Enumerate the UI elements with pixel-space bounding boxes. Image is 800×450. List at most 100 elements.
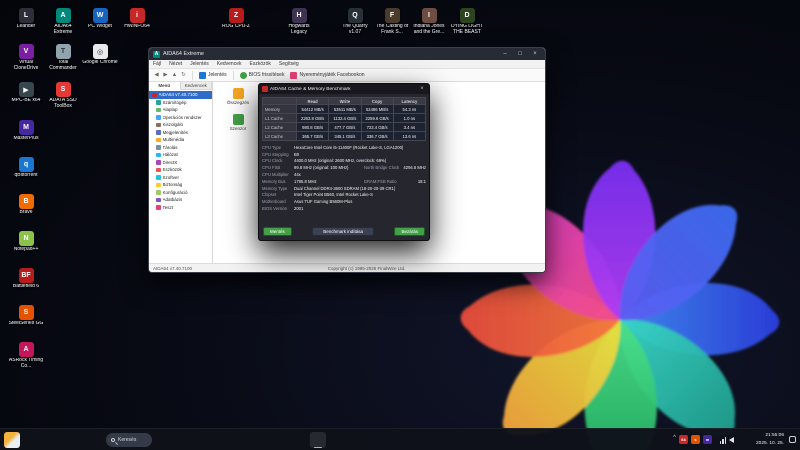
cell-write: 345.1 GB/s <box>329 132 361 141</box>
info-label: Chipset <box>262 192 294 197</box>
tree-item-teszt[interactable]: Teszt <box>149 204 212 212</box>
start-button[interactable] <box>86 432 102 448</box>
app-icon: D <box>460 8 475 23</box>
desktop-icon-total-commander[interactable]: TTotal Commander <box>45 44 81 72</box>
desktop-icon-qbittorrent[interactable]: qqBittorrent <box>8 157 44 179</box>
forward-icon[interactable]: ▶ <box>161 72 170 78</box>
taskbar-icon-aida64[interactable] <box>310 432 326 448</box>
tree-item-directx[interactable]: DirectX <box>149 159 212 167</box>
tree-item-alaplap[interactable]: Alaplap <box>149 106 212 114</box>
network-icon[interactable] <box>720 437 727 444</box>
taskbar-icon-epic-games[interactable] <box>291 432 307 448</box>
maximize-button[interactable]: □ <box>514 48 526 60</box>
desktop-icon-rog-cpu-z[interactable]: ZROG CPU-Z <box>218 8 254 30</box>
tree-item-hálózat[interactable]: Hálózat <box>149 151 212 159</box>
info-value: 1795.8 MHz <box>294 179 364 184</box>
status-version: AIDA64 v7.40.7100 <box>153 266 192 271</box>
dialog-close-button[interactable]: × <box>418 86 426 92</box>
refresh-icon[interactable]: ↻ <box>179 72 188 78</box>
hidden-icons-chevron[interactable]: ^ <box>673 435 676 441</box>
taskbar-clock[interactable]: 21:55:06 2025. 10. 25. <box>756 432 784 447</box>
window-titlebar[interactable]: A AIDA64 Extreme – □ × <box>149 48 545 60</box>
tree-item-multimédia[interactable]: Multimédia <box>149 136 212 144</box>
tree-item-operációs-rendszer[interactable]: Operációs rendszer <box>149 114 212 122</box>
taskbar-icon-file-explorer[interactable] <box>177 432 193 448</box>
clock-date: 2025. 10. 25. <box>756 440 784 448</box>
tray-steelseries-tray[interactable]: s <box>691 435 700 444</box>
desktop-icon-pc-widget[interactable]: WPC Widget <box>82 8 118 30</box>
category-icon <box>156 123 161 128</box>
desktop-icon-dying-light-the-beast[interactable]: DDYING LIGHT THE BEAST <box>449 8 485 36</box>
desktop-icon-the-quarry-v1-07[interactable]: QThe Quarry v1.07 <box>337 8 373 36</box>
desktop-icon-brave[interactable]: BBrave <box>8 194 44 216</box>
tree-tab-kedvencek[interactable]: Kedvencek <box>181 82 213 90</box>
up-icon[interactable]: ▲ <box>170 72 179 78</box>
content-icon-összegzés[interactable]: Összegzés <box>221 88 255 105</box>
desktop-icon-hogwarts-legacy[interactable]: HHogwarts Legacy <box>281 8 317 36</box>
tree-tab-menü[interactable]: Menü <box>149 82 181 90</box>
taskbar-icon-chrome[interactable] <box>215 432 231 448</box>
volume-icon[interactable] <box>729 437 734 443</box>
minimize-button[interactable]: – <box>499 48 511 60</box>
tree-item-konfiguráció[interactable]: Konfiguráció <box>149 189 212 197</box>
cell-latency: 1.0 ns <box>393 114 425 123</box>
tree-item-tárolás[interactable]: Tárolás <box>149 144 212 152</box>
desktop-icon-masterplus[interactable]: MMasterPlus <box>8 120 44 142</box>
tree-item-biztonság[interactable]: Biztonság <box>149 181 212 189</box>
taskbar-icon-steam[interactable] <box>253 432 269 448</box>
tree-item-label: Számítógép <box>163 100 187 105</box>
menu-item-jelentés[interactable]: Jelentés <box>186 60 213 69</box>
bezárás-button[interactable]: Bezárás <box>394 227 425 236</box>
desktop-icon-label: HWiNFO64 <box>119 24 155 30</box>
info-row-cpu-fsb: CPU FSB99.8 MHz (original: 100 MHz)North… <box>262 164 426 171</box>
taskbar-icon-hwinfo64[interactable] <box>329 432 345 448</box>
tree-item-számítógép[interactable]: Számítógép <box>149 99 212 107</box>
back-icon[interactable]: ◀ <box>152 72 161 78</box>
menu-item-nézet[interactable]: Nézet <box>165 60 186 69</box>
bios-updates-button[interactable]: BIOS frissítések <box>238 72 287 79</box>
dialog-titlebar[interactable]: AIDA64 Cache & Memory Benchmark × <box>259 84 429 94</box>
notification-icon[interactable] <box>789 436 796 443</box>
desktop-icon-steelseries-gg[interactable]: SSteelSeries GG <box>8 305 44 327</box>
tree-item-label: Multimédia <box>163 137 185 142</box>
menu-item-fájl[interactable]: Fájl <box>149 60 165 69</box>
tree-item-szoftver[interactable]: Szoftver <box>149 174 212 182</box>
tree-item-eszközök[interactable]: Eszközök <box>149 166 212 174</box>
giveaway-button[interactable]: Nyereményjáték Facebookon <box>288 72 366 79</box>
tray-aida64-tray[interactable]: 64 <box>679 435 688 444</box>
tree-item-kiszolgáló[interactable]: Kiszolgáló <box>149 121 212 129</box>
tray-masterplus-tray[interactable]: m <box>703 435 712 444</box>
widgets-icon[interactable] <box>4 432 20 448</box>
desktop-icon-hwinfo64[interactable]: iHWiNFO64 <box>119 8 155 30</box>
desktop-icon-battlefield-6[interactable]: BFBattlefield 6 <box>8 268 44 290</box>
desktop-icon-asrock-timing-co[interactable]: AASRock Timing Co... <box>8 342 44 370</box>
cell-write: 53511 MB/s <box>329 105 361 114</box>
taskbar-icon-edge[interactable] <box>196 432 212 448</box>
desktop-icon-aida64-extreme[interactable]: AAIDA64 Extreme <box>45 8 81 36</box>
close-button[interactable]: × <box>529 48 541 60</box>
desktop-icon-the-casting-of-frank-s[interactable]: FThe Casting of Frank S... <box>374 8 410 36</box>
menu-item-eszközök[interactable]: Eszközök <box>246 60 275 69</box>
tree-item-adatbázis[interactable]: Adatbázis <box>149 196 212 204</box>
content-icon-szenzor[interactable]: Szenzor <box>221 114 255 131</box>
taskbar-icon-discord[interactable] <box>272 432 288 448</box>
desktop-icon-adata-ssd-toolbox[interactable]: SADATA SSD ToolBox <box>45 82 81 110</box>
desktop-icon-notepad[interactable]: NNotepad++ <box>8 231 44 253</box>
mentés-button[interactable]: Mentés <box>263 227 292 236</box>
search-box[interactable]: Keresés <box>106 433 152 447</box>
desktop-icon-google-chrome[interactable]: ◎Google Chrome <box>82 44 118 66</box>
menu-item-kedvencek[interactable]: Kedvencek <box>213 60 246 69</box>
tree-item-label: Szoftver <box>163 175 180 180</box>
desktop-icon-leander[interactable]: LLeander <box>8 8 44 30</box>
taskbar-icon-task-view[interactable] <box>158 432 174 448</box>
report-button[interactable]: Jelentés <box>197 72 229 79</box>
taskbar-icon-brave[interactable] <box>234 432 250 448</box>
desktop-icon-indiana-jones-and-the-gre[interactable]: IIndiana Jones and the Gre... <box>411 8 447 36</box>
desktop-icon-mpc-be-x64[interactable]: ▶MPC-BE x64 <box>8 82 44 104</box>
tree-item-megjelenítés[interactable]: Megjelenítés <box>149 129 212 137</box>
tree-item-root[interactable]: AIDA64 v7.40.7100 <box>149 91 212 99</box>
info-row-motherboard: MotherboardAsus TUF Gaming B560M-Plus <box>262 198 426 205</box>
desktop-icon-virtual-clonedrive[interactable]: VVirtual CloneDrive <box>8 44 44 72</box>
menu-item-segítség[interactable]: Segítség <box>275 60 303 69</box>
benchmark-indítása-button[interactable]: Benchmark indítása <box>312 227 374 236</box>
